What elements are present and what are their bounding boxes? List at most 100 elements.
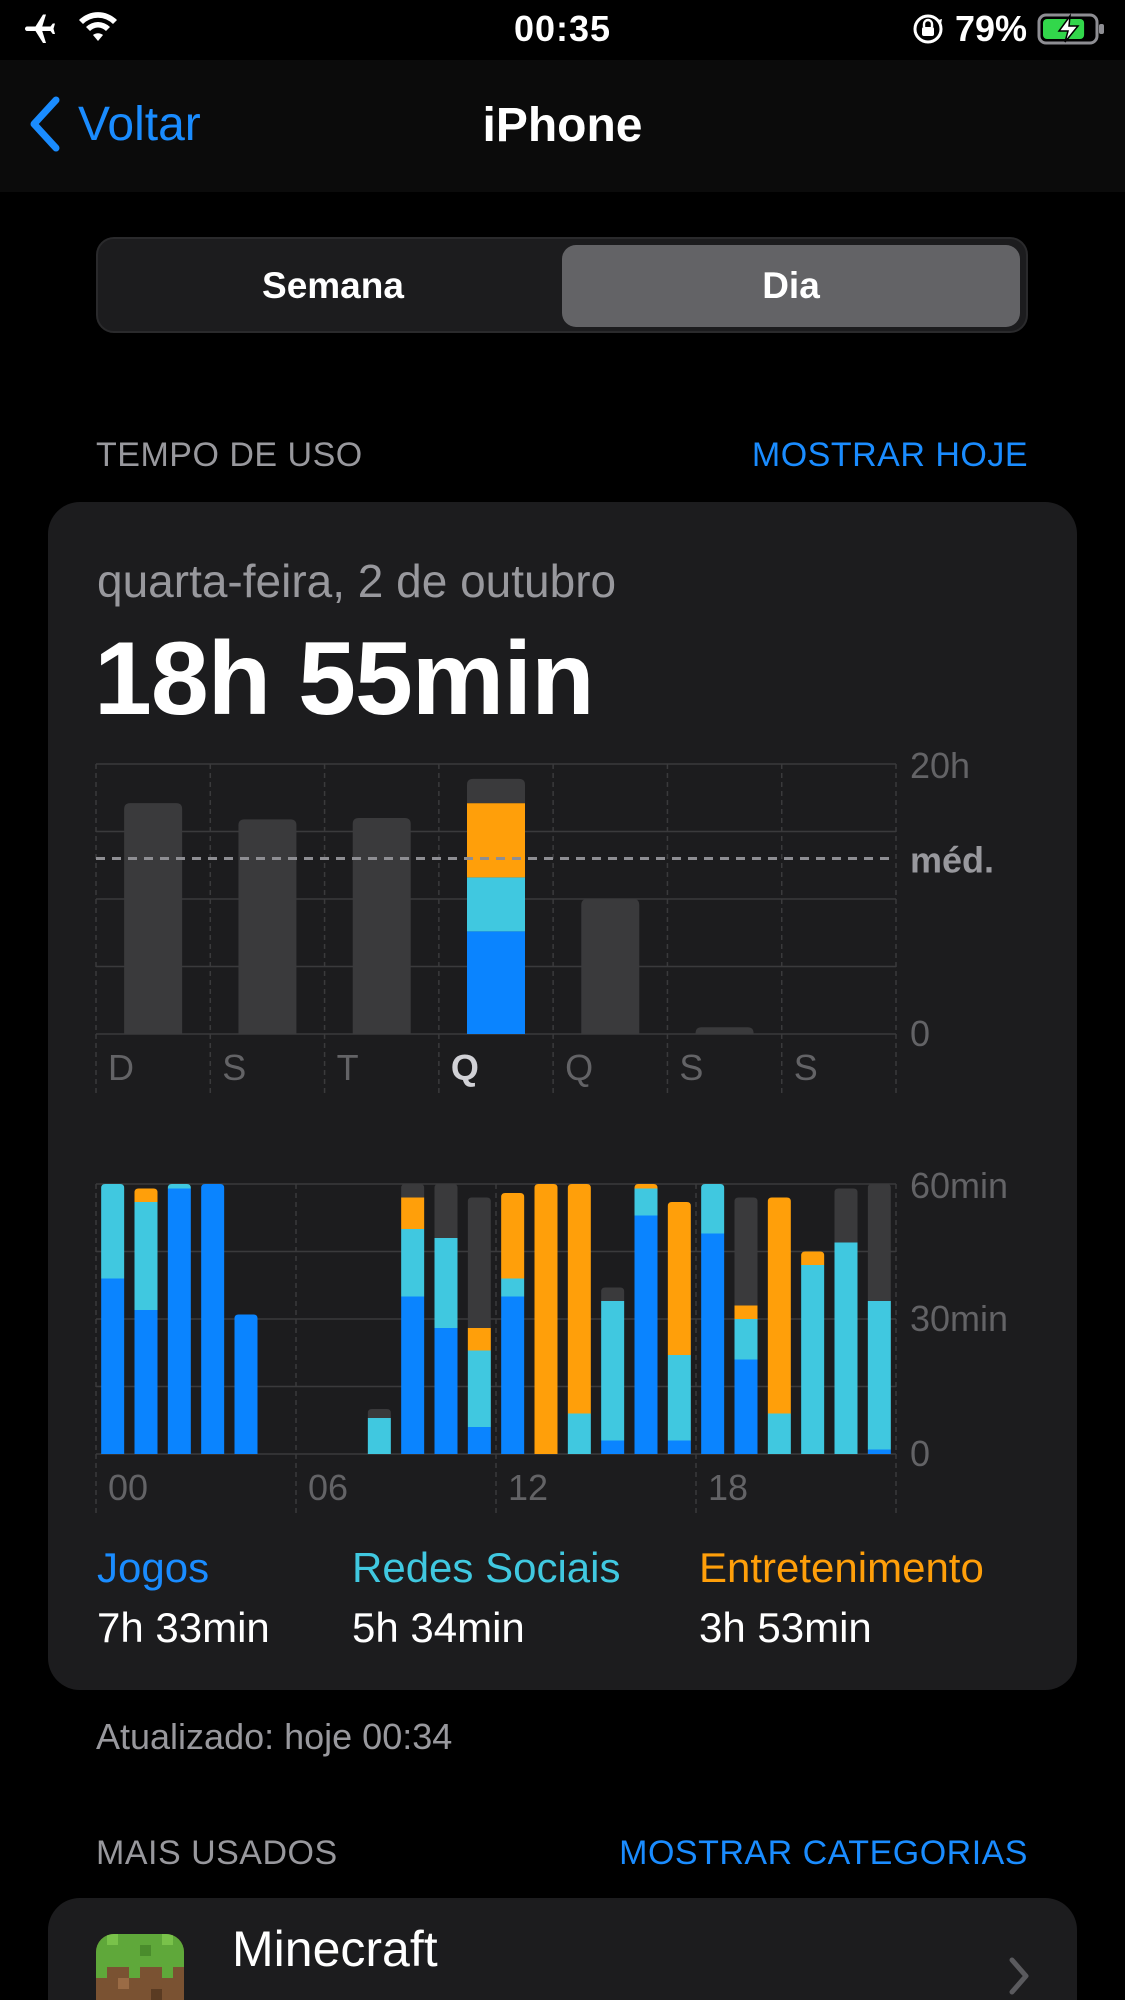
hour-bar-22-seg [834,1188,858,1243]
battery-percent: 79% [954,8,1027,49]
bar-q-3-seg [467,931,525,1034]
legend-entertainment-label: Entretenimento [699,1544,984,1591]
hour-bar-9-seg [401,1229,425,1297]
hour-bar-2-seg [167,1188,191,1454]
hour-bar-9-seg [401,1197,425,1229]
hour-bar-22-seg [834,1242,858,1454]
segment-day[interactable]: Dia [562,245,1020,327]
app-row-minecraft[interactable]: Minecraft [48,1898,1077,2000]
hour-bar-19-seg [734,1197,758,1306]
legend-entertainment: Entretenimento 3h 53min [699,1544,984,1652]
x-tick-label: 12 [508,1467,548,1508]
hour-bar-9-seg [401,1296,425,1454]
hour-bar-16-seg [634,1188,658,1216]
hour-bar-17-seg [667,1440,691,1454]
hour-bar-15-seg [601,1440,625,1454]
status-right: 79% [911,8,1107,50]
legend-games-value: 7h 33min [97,1604,270,1651]
hour-bar-3-seg [201,1184,225,1454]
hour-bar-17-seg [667,1355,691,1441]
hour-bar-8-seg [367,1409,391,1418]
hour-bar-23-seg [867,1301,891,1450]
x-tick-label: S [679,1047,703,1088]
period-segmented-control: Semana Dia [96,237,1028,333]
x-tick-label: S [222,1047,246,1088]
show-today-link[interactable]: MOSTRAR HOJE [752,436,1028,475]
x-tick-label: Q [451,1047,479,1088]
y-tick-label: 20h [910,745,970,786]
y-tick-label: 60min [910,1165,1008,1206]
bar-s-5-seg [695,1027,754,1034]
x-tick-label: 06 [308,1467,348,1508]
hour-bar-10-seg [434,1184,458,1238]
hour-bar-18-seg [701,1233,725,1454]
hour-bar-2-seg [167,1184,191,1189]
hour-bar-11-seg [467,1350,491,1427]
hourly-usage-chart: 60min30min000 06 12 18 [95,1165,1008,1514]
hour-bar-10-seg [434,1238,458,1328]
bar-d-0-seg [124,803,183,1034]
hour-bar-20-seg [767,1197,791,1414]
hour-bar-19-seg [734,1359,758,1454]
chevron-right-icon [1009,1957,1029,1995]
x-tick-label: 18 [708,1467,748,1508]
hour-bar-1-seg [134,1310,158,1454]
hour-bar-14-seg [567,1413,591,1454]
hour-bar-23-seg [867,1184,891,1301]
x-tick-label: T [337,1047,359,1088]
navigation-bar: Voltar iPhone [0,60,1125,192]
page-title: iPhone [482,99,643,152]
usage-card: quarta-feira, 2 de outubro 18h 55min méd… [48,502,1077,1690]
hour-bar-14-seg [567,1184,591,1414]
weekly-usage-chart: méd. 20h 0 D S T Q Q S S [95,745,994,1096]
updated-timestamp: Atualizado: hoje 00:34 [96,1716,453,1757]
legend-games-label: Jogos [97,1544,210,1591]
usage-section-label: TEMPO DE USO [96,436,363,474]
hour-bar-0-seg [101,1278,125,1454]
bar-q-3-seg [467,877,525,932]
hour-bar-1-seg [134,1202,158,1310]
hour-bar-19-seg [734,1305,758,1319]
hour-bar-4-seg [234,1314,258,1454]
legend-social-label: Redes Sociais [352,1544,621,1591]
legend-social-value: 5h 34min [352,1604,525,1651]
hour-bar-11-seg [467,1427,491,1454]
hour-bar-12-seg [501,1296,525,1454]
show-categories-link[interactable]: MOSTRAR CATEGORIAS [619,1834,1028,1873]
hour-bar-16-seg [634,1215,658,1454]
hour-bar-8-seg [367,1418,391,1454]
bar-t-2-seg [352,818,411,1034]
hour-bar-19-seg [734,1319,758,1360]
legend-entertainment-value: 3h 53min [699,1604,872,1651]
y-tick-label: 0 [910,1013,930,1054]
segment-week[interactable]: Semana [104,245,562,327]
app-name: Minecraft [232,1921,438,1977]
hour-bar-12-seg [501,1193,525,1279]
screen-time-screen: 00:35 79% Voltar iPhone Semana Dia TEMPO… [0,0,1125,2000]
hour-bar-18-seg [701,1184,725,1234]
hour-bar-20-seg [767,1413,791,1454]
hour-bar-21-seg [801,1251,825,1265]
rotation-lock-icon [913,14,943,44]
most-used-section-header: MAIS USADOS MOSTRAR CATEGORIAS [96,1834,1028,1873]
x-tick-label: 00 [108,1467,148,1508]
average-label: méd. [910,840,994,881]
status-bar: 00:35 79% [0,0,1125,60]
hour-bar-12-seg [501,1278,525,1297]
hour-bar-11-seg [467,1197,491,1328]
usage-total: 18h 55min [94,621,595,737]
legend-social: Redes Sociais 5h 34min [352,1544,620,1652]
bar-q-3-seg [467,803,525,878]
bar-q-3-seg [467,778,525,804]
bar-s-1-seg [238,819,297,1034]
bar-q-4-seg [581,899,640,1034]
most-used-list: Minecraft [48,1898,1077,2000]
hour-bar-13-seg [534,1184,558,1454]
minecraft-icon [96,1934,184,2000]
hour-bar-23-seg [867,1449,891,1454]
hour-bar-17-seg [667,1202,691,1355]
usage-date: quarta-feira, 2 de outubro [97,555,617,607]
battery-charging-icon [1037,13,1104,45]
x-tick-label: S [794,1047,818,1088]
most-used-label: MAIS USADOS [96,1834,338,1872]
